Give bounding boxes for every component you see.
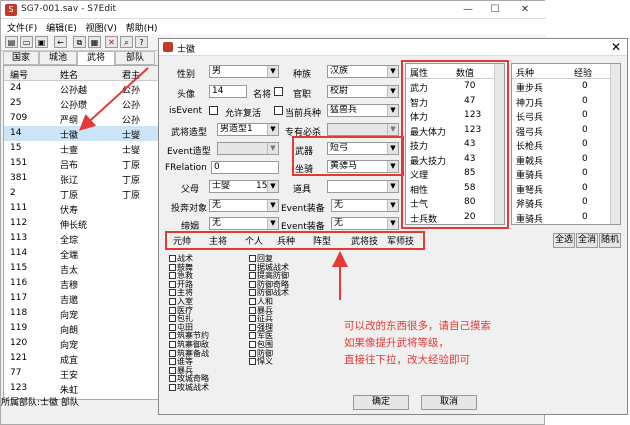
- note-line-2: 如果像提升武将等级，: [344, 337, 449, 349]
- annotation-note: 可以改的东西很多，请自己摸索 如果像提升武将等级， 直接往下拉，改大经验即可: [344, 318, 544, 369]
- note-line-3: 直接往下拉，改大经验即可: [344, 354, 470, 366]
- note-line-1: 可以改的东西很多，请自己摸索: [344, 320, 491, 332]
- arrow-to-list: [79, 67, 149, 131]
